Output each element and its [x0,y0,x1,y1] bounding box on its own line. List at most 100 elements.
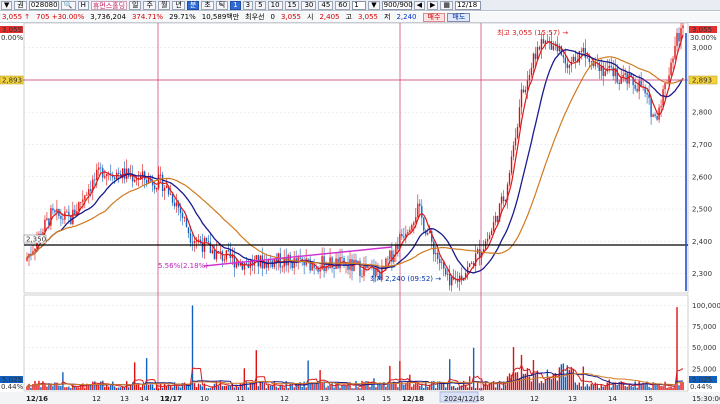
right-price-tag-text: 3,055 [692,26,712,34]
candle-body [536,47,539,60]
candle-body [510,156,513,174]
period-tab-day[interactable]: 일 [129,0,142,10]
stock-code-input[interactable]: 028080 [28,0,59,10]
volume-bar [580,386,583,390]
candle-body [646,93,648,95]
volume-bar [425,382,427,390]
candle-body [361,275,363,277]
scroll-right-button[interactable]: ▶ [427,0,439,10]
volume-bar [472,347,475,390]
volume-bar [540,380,543,390]
volume-bar [604,386,606,390]
price-tick-label: 3,000 [692,44,712,52]
volume-bar [648,386,650,390]
quote-bar: 3,055 ↑ 705 +30.00% 3,736,204 374.71% 29… [0,12,720,23]
volume-bar [321,382,323,390]
period-tab-tick[interactable]: 틱 [215,0,229,10]
volume-bar [237,387,240,390]
volume-bar [666,387,668,390]
volume-bar [568,369,571,390]
volume-bar [542,383,545,390]
scroll-left-button[interactable]: ◀ [413,0,425,10]
volume-bar [435,388,437,390]
data-count-input[interactable]: 900/900 [381,0,413,10]
history-button[interactable]: H [77,0,89,10]
price-chart[interactable]: 5.56%(2.18%) 최저 2,240 (09:52) → 최고 3,055… [0,23,720,404]
candle-body [552,45,555,50]
price-tick-label: 2,600 [692,173,712,181]
volume-bar [560,364,563,390]
interval-dropdown-button[interactable]: ▼ [368,0,380,10]
volume-bar [397,387,399,390]
volume-bar [261,382,263,390]
calendar-icon[interactable]: ▦ [440,0,454,10]
period-tab-minute[interactable]: 분 [186,0,200,10]
candle-body [445,268,447,275]
candle-body [84,195,86,200]
interval-1[interactable]: 1 [230,0,241,10]
volume-bar [638,381,640,390]
candle-body [490,230,493,236]
volume-bar [636,387,638,390]
volume-bar [464,385,467,390]
candle-body [419,203,421,207]
volume-bar [243,368,246,390]
volume-bar [163,383,166,390]
volume-bar [359,388,361,390]
custom-interval-input[interactable]: 1 [352,0,367,10]
period-tab-week[interactable]: 주 [143,0,156,10]
candle-body [94,179,96,181]
date-tick-label: 12/18 [402,395,424,403]
interval-30[interactable]: 30 [301,0,317,10]
sell-button[interactable]: 매도 [447,12,471,22]
candle-body [411,225,413,230]
volume-bar [453,386,455,390]
candle-body [245,263,248,264]
buy-button[interactable]: 매수 [422,12,446,22]
candle-body [159,174,162,176]
volume-bar [377,384,379,390]
candle-body [530,67,533,76]
candle-body [520,89,523,108]
market-type-button[interactable]: 권 [14,0,27,10]
volume-bar [500,388,503,390]
interval-5[interactable]: 5 [255,0,266,10]
candle-body [66,211,68,213]
volume-bar [197,383,200,390]
volume-bar [147,384,150,390]
candle-body [299,257,301,259]
candle-body [638,80,640,92]
candle-body [560,45,563,56]
interval-60[interactable]: 60 [335,0,351,10]
volume-bar [96,384,98,390]
volume-bar [413,384,415,390]
period-tab-year[interactable]: 년 [172,0,185,10]
candle-body [187,227,190,234]
interval-10[interactable]: 10 [267,0,283,10]
period-tab-second[interactable]: 초 [201,0,214,10]
date-tick-label: 13 [120,395,129,403]
interval-45[interactable]: 45 [318,0,334,10]
volume-bar [110,385,112,390]
menu-dropdown-button[interactable]: ▼ [1,0,13,10]
volume-bar [662,386,664,390]
volume-bar [574,382,577,390]
candle-body [538,47,541,50]
volume-bar [530,381,533,390]
candle-body [500,196,503,204]
volume-bar [279,385,281,390]
candle-body [668,75,670,83]
volume-bar [217,385,220,390]
volume-bar [221,386,224,390]
search-icon[interactable]: 🔍 [60,0,76,10]
candle-body [676,33,678,46]
interval-15[interactable]: 15 [284,0,300,10]
volume-bar [445,387,447,390]
interval-3[interactable]: 3 [242,0,254,10]
date-tick-label: 13 [568,395,577,403]
volume-bar [301,386,303,390]
volume-bar [66,387,68,390]
volume-bar [255,350,257,390]
date-input[interactable]: 12/18 [455,0,482,10]
period-tab-month[interactable]: 월 [157,0,171,10]
